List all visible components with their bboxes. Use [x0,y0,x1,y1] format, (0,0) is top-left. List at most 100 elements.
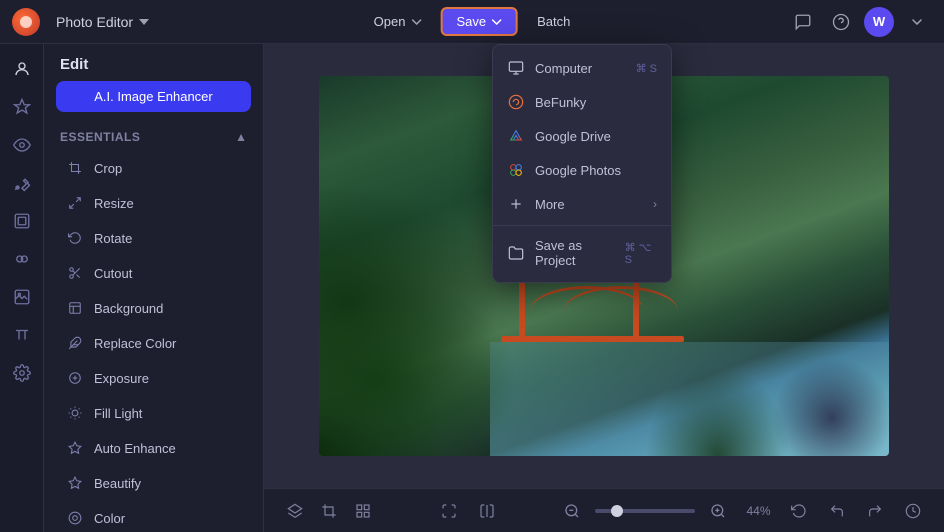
topbar-center-actions: Open Save Batch [359,7,586,36]
fill-light-icon [66,404,84,422]
open-button[interactable]: Open [359,8,437,35]
save-google-drive-label: Google Drive [535,129,611,144]
save-google-drive-item[interactable]: Google Drive [493,119,671,153]
help-icon-button[interactable] [826,7,856,37]
tool-label-color: Color [94,511,125,526]
save-more-item[interactable]: More › [493,187,671,221]
save-as-project-label: Save as Project [535,238,615,268]
save-as-project-shortcut: ⌘ ⌥ S [625,241,657,266]
sidebar-edit-icon-button[interactable] [5,52,39,86]
save-button[interactable]: Save [440,7,518,36]
compare-icon [479,503,495,519]
save-as-project-item[interactable]: Save as Project ⌘ ⌥ S [493,230,671,276]
tool-item-crop[interactable]: Crop [50,151,257,185]
sidebar-settings-icon-button[interactable] [5,356,39,390]
left-icon-sidebar [0,44,44,532]
save-google-photos-item[interactable]: Google Photos [493,153,671,187]
paint-icon [13,174,31,192]
undo-icon [829,503,845,519]
tool-item-color[interactable]: Color [50,501,257,532]
crop-bottom-button[interactable] [314,496,344,526]
tool-label-beautify: Beautify [94,476,141,491]
group-icon [13,250,31,268]
layers-bottom-button[interactable] [280,496,310,526]
save-computer-item[interactable]: Computer ⌘ S [493,51,671,85]
chat-icon [794,13,812,31]
tool-item-resize[interactable]: Resize [50,186,257,220]
bottom-right-actions: 44% [557,496,928,526]
zoom-in-button[interactable] [703,496,733,526]
zoom-slider[interactable] [595,509,695,513]
dropper-icon [66,334,84,352]
sidebar-text-icon-button[interactable] [5,318,39,352]
tool-item-cutout[interactable]: Cutout [50,256,257,290]
grid-bottom-icon [355,503,371,519]
edit-panel: Edit A.I. Image Enhancer Essentials ▲ Cr… [44,44,264,532]
app-title-label: Photo Editor [56,14,133,30]
zoom-in-icon [710,503,726,519]
tool-item-rotate[interactable]: Rotate [50,221,257,255]
tool-label-replace-color: Replace Color [94,336,176,351]
tool-item-background[interactable]: Background [50,291,257,325]
person-icon [13,60,31,78]
refresh-icon [791,503,807,519]
sidebar-image-icon-button[interactable] [5,280,39,314]
account-chevron-button[interactable] [902,7,932,37]
google-photos-icon [507,161,525,179]
refresh-button[interactable] [784,496,814,526]
resize-icon [66,194,84,212]
redo-icon [867,503,883,519]
sidebar-paint-icon-button[interactable] [5,166,39,200]
tool-item-replace-color[interactable]: Replace Color [50,326,257,360]
user-avatar-button[interactable]: W [864,7,894,37]
redo-button[interactable] [860,496,890,526]
grid-bottom-button[interactable] [348,496,378,526]
tool-item-exposure[interactable]: Exposure [50,361,257,395]
batch-button[interactable]: Batch [522,8,585,35]
sidebar-layers-icon-button[interactable] [5,204,39,238]
rotate-icon [66,229,84,247]
help-icon [832,13,850,31]
tool-item-auto-enhance[interactable]: Auto Enhance [50,431,257,465]
history-button[interactable] [898,496,928,526]
sidebar-effects-icon-button[interactable] [5,90,39,124]
tool-item-beautify[interactable]: Beautify [50,466,257,500]
compare-button[interactable] [472,496,502,526]
save-befunky-item[interactable]: BeFunky [493,85,671,119]
topbar: Photo Editor Open Save Batch W [0,0,944,44]
more-plus-icon [507,195,525,213]
crop-icon [66,159,84,177]
background-icon [66,299,84,317]
tool-label-exposure: Exposure [94,371,149,386]
history-icon [905,503,921,519]
zoom-percent-label: 44% [741,504,776,518]
chevron-down-icon [139,19,149,25]
menu-divider [493,225,671,226]
collapse-button[interactable]: ▲ [235,130,247,144]
save-chevron-icon [492,19,502,25]
bottom-center-actions [434,496,502,526]
google-drive-icon [507,127,525,145]
zoom-out-icon [564,503,580,519]
account-chevron-icon [912,19,922,25]
chat-icon-button[interactable] [788,7,818,37]
sidebar-group-icon-button[interactable] [5,242,39,276]
app-logo [12,8,40,36]
tool-label-cutout: Cutout [94,266,132,281]
befunky-icon [507,93,525,111]
save-google-photos-label: Google Photos [535,163,621,178]
tool-item-fill-light[interactable]: Fill Light [50,396,257,430]
fullscreen-icon [441,503,457,519]
color-icon [66,509,84,527]
fullscreen-button[interactable] [434,496,464,526]
ai-image-enhancer-button[interactable]: A.I. Image Enhancer [56,81,251,112]
tool-label-background: Background [94,301,163,316]
open-chevron-icon [411,19,421,25]
undo-button[interactable] [822,496,852,526]
layers-bottom-icon [287,503,303,519]
zoom-out-button[interactable] [557,496,587,526]
image-icon [13,288,31,306]
app-title-button[interactable]: Photo Editor [48,10,157,34]
bottom-left-actions [280,496,378,526]
sidebar-eye-icon-button[interactable] [5,128,39,162]
